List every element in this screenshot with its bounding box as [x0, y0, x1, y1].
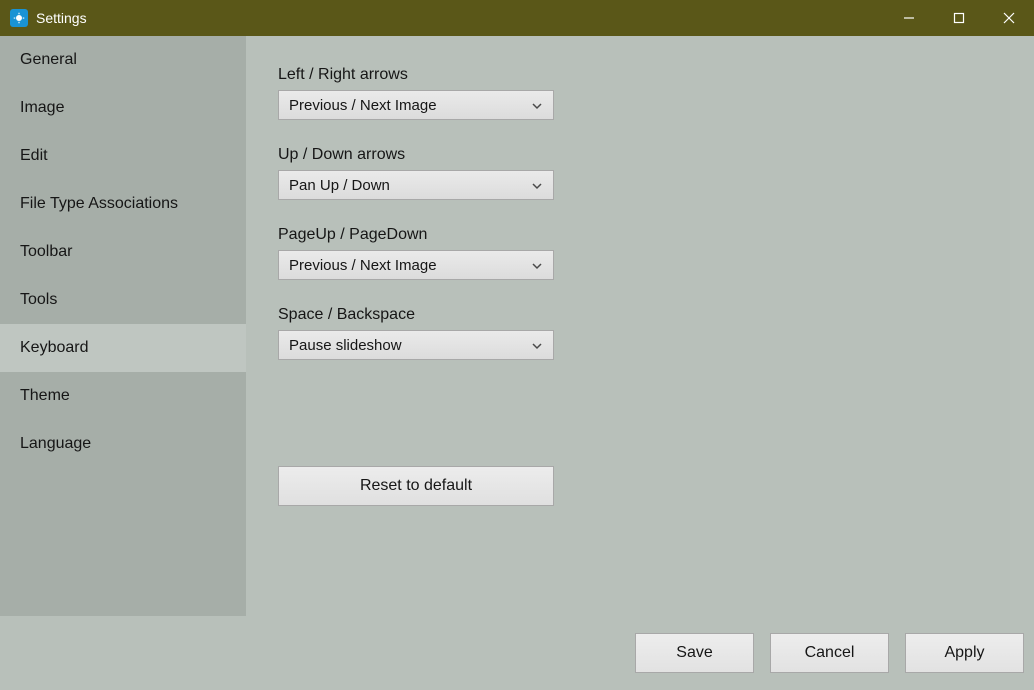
- sidebar-item-general[interactable]: General: [0, 36, 246, 84]
- sidebar-item-label: File Type Associations: [20, 195, 178, 212]
- dialog-footer: Save Cancel Apply: [0, 616, 1034, 690]
- button-label: Cancel: [805, 644, 855, 662]
- sidebar-item-tools[interactable]: Tools: [0, 276, 246, 324]
- combo-left-right-arrows[interactable]: Previous / Next Image: [278, 90, 554, 120]
- setting-label: PageUp / PageDown: [278, 226, 1004, 244]
- sidebar-item-label: Toolbar: [20, 243, 72, 260]
- client-area: General Image Edit File Type Association…: [0, 36, 1034, 690]
- minimize-button[interactable]: [884, 0, 934, 36]
- sidebar-item-label: Language: [20, 435, 91, 452]
- sidebar-item-label: Tools: [20, 291, 57, 308]
- combo-value: Previous / Next Image: [289, 257, 437, 274]
- setting-left-right-arrows: Left / Right arrows Previous / Next Imag…: [278, 66, 1004, 120]
- sidebar-item-edit[interactable]: Edit: [0, 132, 246, 180]
- setting-label: Space / Backspace: [278, 306, 1004, 324]
- window-title: Settings: [36, 10, 87, 26]
- app-icon: [10, 9, 28, 27]
- sidebar-item-label: Edit: [20, 147, 48, 164]
- close-button[interactable]: [984, 0, 1034, 36]
- titlebar: Settings: [0, 0, 1034, 36]
- chevron-down-icon: [531, 339, 543, 351]
- button-label: Save: [676, 644, 712, 662]
- sidebar-item-label: Image: [20, 99, 64, 116]
- combo-space-backspace[interactable]: Pause slideshow: [278, 330, 554, 360]
- setting-label: Up / Down arrows: [278, 146, 1004, 164]
- sidebar-item-file-type-associations[interactable]: File Type Associations: [0, 180, 246, 228]
- sidebar-item-keyboard[interactable]: Keyboard: [0, 324, 246, 372]
- content-pane: Left / Right arrows Previous / Next Imag…: [246, 36, 1034, 616]
- save-button[interactable]: Save: [635, 633, 754, 673]
- chevron-down-icon: [531, 99, 543, 111]
- sidebar-item-label: Theme: [20, 387, 70, 404]
- setting-up-down-arrows: Up / Down arrows Pan Up / Down: [278, 146, 1004, 200]
- combo-pageup-pagedown[interactable]: Previous / Next Image: [278, 250, 554, 280]
- combo-up-down-arrows[interactable]: Pan Up / Down: [278, 170, 554, 200]
- combo-value: Pan Up / Down: [289, 177, 390, 194]
- sidebar-item-label: General: [20, 51, 77, 68]
- sidebar-item-image[interactable]: Image: [0, 84, 246, 132]
- window-controls: [884, 0, 1034, 36]
- setting-space-backspace: Space / Backspace Pause slideshow: [278, 306, 1004, 360]
- chevron-down-icon: [531, 259, 543, 271]
- reset-to-default-button[interactable]: Reset to default: [278, 466, 554, 506]
- combo-value: Previous / Next Image: [289, 97, 437, 114]
- sidebar-item-language[interactable]: Language: [0, 420, 246, 468]
- button-label: Apply: [944, 644, 984, 662]
- sidebar-item-toolbar[interactable]: Toolbar: [0, 228, 246, 276]
- sidebar-item-label: Keyboard: [20, 339, 89, 356]
- setting-pageup-pagedown: PageUp / PageDown Previous / Next Image: [278, 226, 1004, 280]
- main-row: General Image Edit File Type Association…: [0, 36, 1034, 616]
- cancel-button[interactable]: Cancel: [770, 633, 889, 673]
- reset-label: Reset to default: [360, 477, 472, 495]
- apply-button[interactable]: Apply: [905, 633, 1024, 673]
- setting-label: Left / Right arrows: [278, 66, 1004, 84]
- chevron-down-icon: [531, 179, 543, 191]
- maximize-button[interactable]: [934, 0, 984, 36]
- combo-value: Pause slideshow: [289, 337, 402, 354]
- sidebar: General Image Edit File Type Association…: [0, 36, 246, 616]
- sidebar-item-theme[interactable]: Theme: [0, 372, 246, 420]
